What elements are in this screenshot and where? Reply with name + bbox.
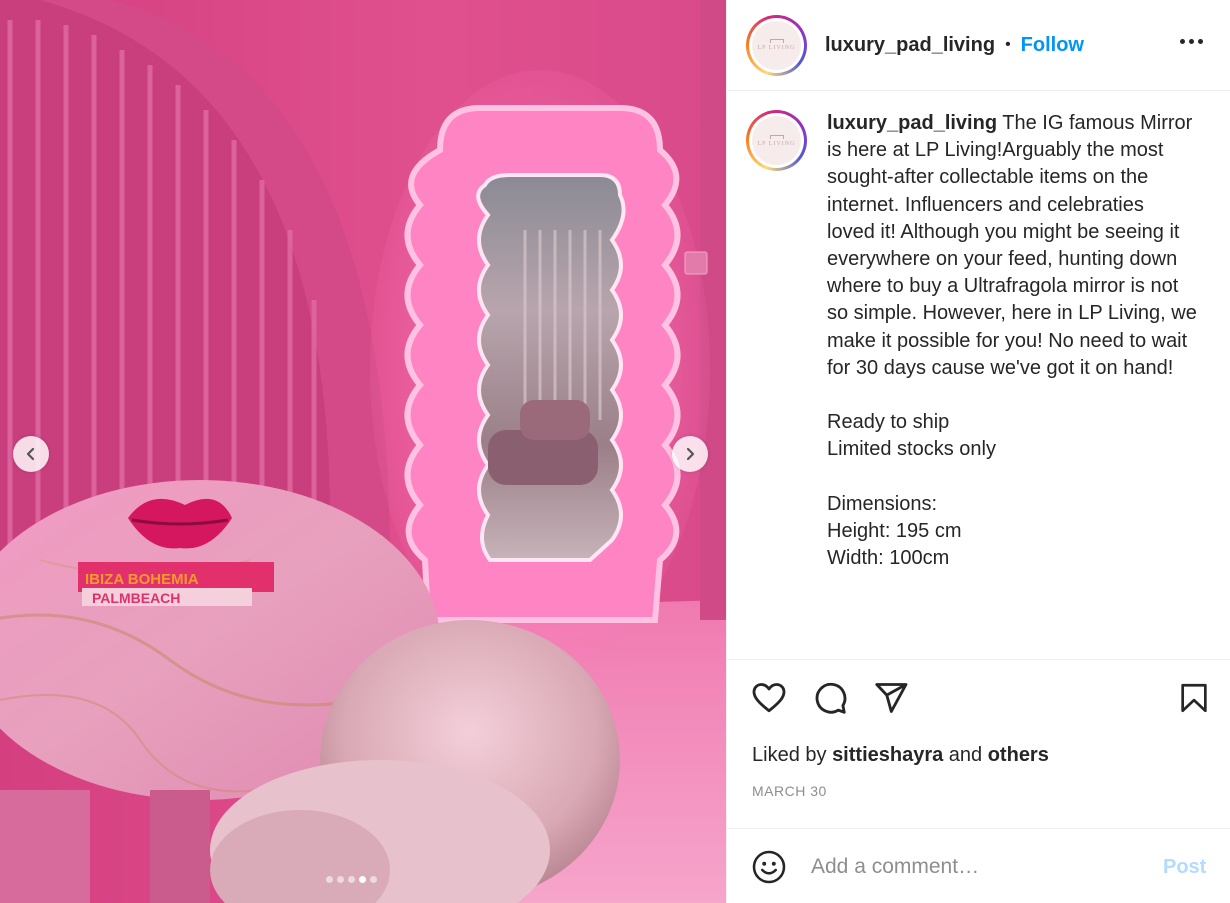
comment-bubble-icon [815,682,847,714]
post-header: LP LIVING luxury_pad_living • Follow [727,0,1230,91]
emoji-button[interactable] [751,849,787,890]
post-date[interactable]: MARCH 30 [752,783,827,799]
carousel-dot [337,876,344,883]
instagram-post: IBIZA BOHEMIA PALMBEACH LP LIVING luxury… [0,0,1230,903]
carousel-indicator [326,876,377,883]
post-side-panel: LP LIVING luxury_pad_living • Follow LP … [726,0,1230,903]
carousel-dot [348,876,355,883]
caption-author-avatar[interactable]: LP LIVING [746,110,807,171]
share-button[interactable] [873,680,909,721]
follow-button[interactable]: Follow [1021,34,1084,57]
book-title-palmbeach: PALMBEACH [92,590,180,606]
carousel-dot [370,876,377,883]
caption-text: The IG famous Mirror is here at LP Livin… [827,112,1197,570]
like-button[interactable] [751,680,787,721]
liked-by-user-link[interactable]: sittieshayra [832,744,943,766]
book-title-ibiza: IBIZA BOHEMIA [85,571,199,588]
next-image-button[interactable] [672,436,708,472]
paper-plane-icon [875,683,908,713]
author-avatar[interactable]: LP LIVING [746,14,807,76]
bookmark-icon [1181,683,1207,713]
more-options-button[interactable] [1178,33,1205,50]
comment-button[interactable] [812,680,848,721]
action-bar [727,660,1230,740]
header-separator: • [1005,36,1011,53]
likes-middle: and [943,744,988,766]
comment-bar: Post [727,828,1230,903]
room-scene-image: IBIZA BOHEMIA PALMBEACH [0,0,726,903]
avatar-logo-text: LP LIVING [757,140,796,147]
heart-icon [752,683,786,713]
chevron-right-icon [686,447,695,461]
books-on-table: IBIZA BOHEMIA PALMBEACH [78,562,274,606]
carousel-dot [326,876,333,883]
smiley-icon [752,850,786,884]
comment-input[interactable] [811,849,1151,885]
caption-username[interactable]: luxury_pad_living [827,112,997,134]
carousel-dot-active [359,876,366,883]
save-button[interactable] [1177,680,1211,721]
previous-image-button[interactable] [13,436,49,472]
likes-prefix: Liked by [752,744,833,766]
caption-body: luxury_pad_living The IG famous Mirror i… [827,110,1197,659]
chevron-left-icon [26,447,35,461]
likes-others-link[interactable]: others [988,744,1049,766]
avatar-logo-text: LP LIVING [757,45,796,51]
post-comment-button[interactable]: Post [1163,856,1206,879]
likes-summary: Liked by sittieshayra and others [752,744,1049,767]
more-horizontal-icon [1180,39,1185,44]
post-photo[interactable]: IBIZA BOHEMIA PALMBEACH [0,0,726,903]
author-username[interactable]: luxury_pad_living [825,34,995,57]
caption-section: LP LIVING luxury_pad_living The IG famou… [727,91,1230,660]
